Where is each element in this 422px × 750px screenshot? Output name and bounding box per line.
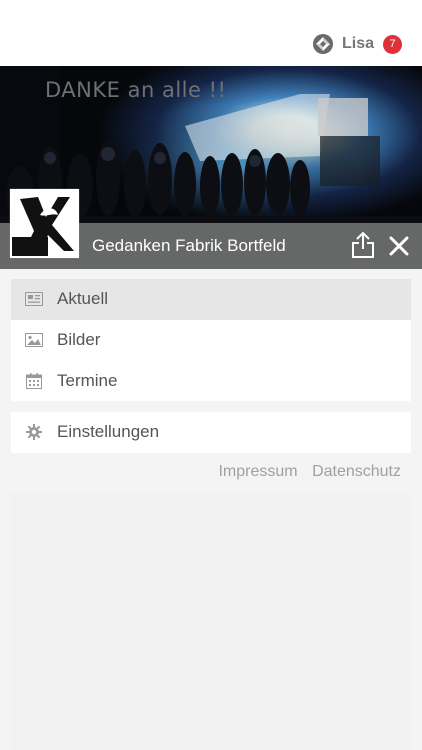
menu-item-label: Bilder <box>57 330 101 350</box>
menu-item-label: Einstellungen <box>57 422 160 442</box>
newspaper-icon <box>25 291 43 307</box>
main-menu: Aktuell Bilder Termine <box>11 279 411 401</box>
menu-item-label: Aktuell <box>57 289 109 309</box>
calendar-icon <box>25 372 43 389</box>
avatar <box>10 189 79 258</box>
image-icon <box>25 332 43 348</box>
menu-item-aktuell[interactable]: Aktuell <box>11 279 411 320</box>
impressum-link[interactable]: Impressum <box>218 463 297 480</box>
notification-badge[interactable]: 7 <box>383 34 402 54</box>
app-logo-icon <box>312 34 333 54</box>
share-icon[interactable] <box>351 231 375 259</box>
gear-icon <box>25 424 43 441</box>
footer-links: Impressum Datenschutz <box>208 463 401 481</box>
close-icon[interactable] <box>388 235 410 257</box>
hero-caption: DANKE an alle !! <box>45 78 227 102</box>
content-area <box>11 492 411 750</box>
page-title: Gedanken Fabrik Bortfeld <box>92 236 286 255</box>
user-name[interactable]: Lisa <box>342 35 374 53</box>
menu-item-einstellungen[interactable]: Einstellungen <box>11 412 411 453</box>
top-bar: Lisa 7 <box>0 0 422 66</box>
menu-item-label: Termine <box>57 370 118 390</box>
settings-menu: Einstellungen <box>11 412 411 453</box>
user-menu[interactable]: Lisa 7 <box>312 32 402 56</box>
datenschutz-link[interactable]: Datenschutz <box>312 463 401 480</box>
menu-item-termine[interactable]: Termine <box>11 360 411 401</box>
group-logo-image <box>12 191 77 256</box>
menu-item-bilder[interactable]: Bilder <box>11 320 411 361</box>
